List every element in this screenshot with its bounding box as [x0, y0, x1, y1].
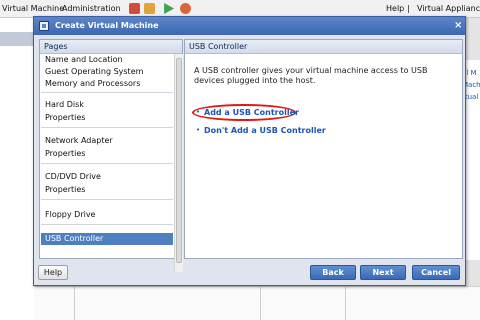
page-memory-processors[interactable]: Memory and Processors [45, 79, 140, 88]
page-hard-disk-properties[interactable]: Properties [45, 113, 85, 122]
content-header: USB Controller [185, 40, 462, 54]
page-floppy-drive[interactable]: Floppy Drive [45, 210, 95, 219]
page-name-and-location[interactable]: Name and Location [45, 55, 123, 64]
add-usb-controller-option[interactable]: Add a USB Controller [204, 108, 299, 117]
page-separator [41, 199, 173, 200]
menu-help[interactable]: Help [386, 4, 404, 13]
page-hard-disk[interactable]: Hard Disk [45, 100, 84, 109]
usb-description: A USB controller gives your virtual mach… [194, 66, 428, 85]
create-vm-dialog: Create Virtual Machine × Pages Name and … [33, 16, 466, 286]
page-separator [41, 224, 173, 225]
pause-icon[interactable] [144, 3, 155, 14]
background-divider [260, 286, 261, 320]
background-divider [74, 286, 75, 320]
dont-add-usb-controller-option[interactable]: Don't Add a USB Controller [204, 126, 326, 135]
background-divider [345, 286, 346, 320]
vm-icon [39, 21, 49, 31]
pages-panel: Pages Name and Location Guest Operating … [39, 39, 183, 272]
page-guest-os[interactable]: Guest Operating System [45, 67, 143, 76]
refresh-icon[interactable] [180, 3, 191, 14]
next-button[interactable]: Next [360, 265, 406, 280]
pages-header: Pages [40, 40, 182, 54]
page-network-properties[interactable]: Properties [45, 149, 85, 158]
close-button[interactable]: × [454, 20, 462, 32]
cancel-button[interactable]: Cancel [412, 265, 460, 280]
background-status-area [34, 286, 480, 320]
background-sidebar [0, 18, 34, 320]
page-cd-dvd-properties[interactable]: Properties [45, 185, 85, 194]
dialog-titlebar[interactable]: Create Virtual Machine × [34, 17, 465, 35]
page-cd-dvd-drive[interactable]: CD/DVD Drive [45, 172, 101, 181]
background-sidebar-selection [0, 32, 34, 46]
help-button[interactable]: Help [38, 265, 68, 280]
page-separator [41, 163, 173, 164]
scroll-thumb[interactable] [176, 58, 182, 263]
option-bullet: • [196, 126, 201, 134]
page-separator [41, 92, 173, 93]
back-button[interactable]: Back [310, 265, 356, 280]
page-network-adapter[interactable]: Network Adapter [45, 136, 113, 145]
dialog-title: Create Virtual Machine [55, 21, 159, 30]
menu-separator: | [407, 4, 410, 13]
play-icon[interactable] [164, 3, 174, 14]
option-bullet: • [196, 108, 201, 116]
menu-virtual-machine[interactable]: Virtual Machine [2, 4, 64, 13]
menu-virtual-appliance[interactable]: Virtual Appliance [417, 4, 480, 13]
content-panel: USB Controller A USB controller gives yo… [184, 39, 463, 259]
page-usb-controller[interactable]: USB Controller [45, 234, 103, 243]
stop-icon[interactable] [129, 3, 140, 14]
menu-administration[interactable]: Administration [62, 4, 121, 13]
pages-scrollbar[interactable] [174, 54, 183, 272]
page-separator [41, 127, 173, 128]
